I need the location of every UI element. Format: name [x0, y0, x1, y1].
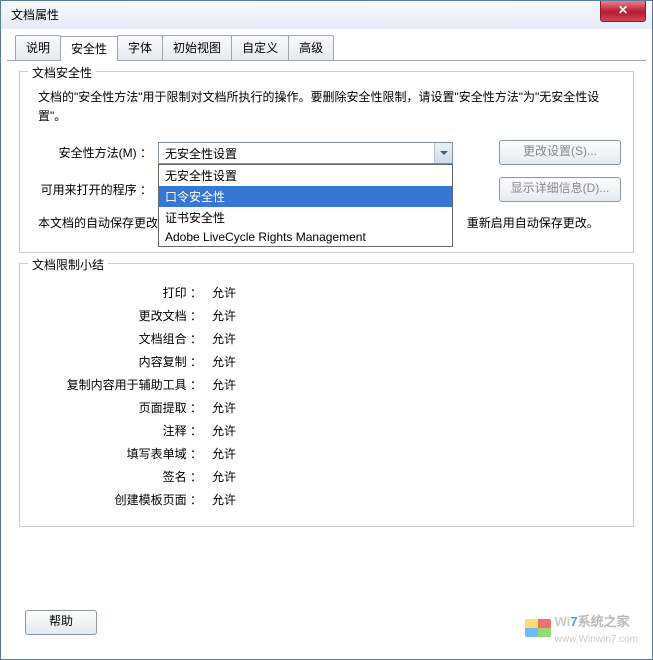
change-settings-button[interactable]: 更改设置(S)...	[499, 140, 621, 165]
watermark-text: Wi7系统之家 www.Winwin7.com	[555, 611, 638, 645]
restriction-value: 允许	[212, 468, 236, 485]
security-group: 文档安全性 文档的"安全性方法"用于限制对文档所执行的操作。要删除安全性限制，请…	[19, 71, 634, 253]
restrictions-group: 文档限制小结 打印 ：允许更改文档 ：允许文档组合 ：允许内容复制 ：允许复制内…	[19, 263, 634, 527]
window-title: 文档属性	[11, 8, 59, 22]
restriction-row: 打印 ：允许	[32, 284, 621, 301]
help-button[interactable]: 帮助	[25, 610, 97, 635]
title-bar: 文档属性 ✕	[1, 1, 652, 30]
restriction-value: 允许	[212, 307, 236, 324]
client-area: 说明安全性字体初始视图自定义高级 文档安全性 文档的"安全性方法"用于限制对文档…	[1, 29, 652, 659]
restriction-row: 注释 ：允许	[32, 422, 621, 439]
restriction-key: 复制内容用于辅助工具 ：	[32, 376, 212, 393]
openwith-label: 可用来打开的程序 ：	[32, 181, 158, 198]
restriction-key: 打印 ：	[32, 284, 212, 301]
method-dropdown: 无安全性设置口令安全性证书安全性Adobe LiveCycle Rights M…	[158, 164, 453, 247]
restriction-value: 允许	[212, 445, 236, 462]
method-option-1[interactable]: 口令安全性	[159, 186, 452, 207]
restriction-value: 允许	[212, 491, 236, 508]
restrictions-list: 打印 ：允许更改文档 ：允许文档组合 ：允许内容复制 ：允许复制内容用于辅助工具…	[32, 284, 621, 508]
dialog: 文档属性 ✕ 说明安全性字体初始视图自定义高级 文档安全性 文档的"安全性方法"…	[0, 0, 653, 660]
method-option-3[interactable]: Adobe LiveCycle Rights Management	[159, 228, 452, 246]
method-option-0[interactable]: 无安全性设置	[159, 165, 452, 186]
tab-2[interactable]: 字体	[117, 35, 163, 60]
restriction-value: 允许	[212, 422, 236, 439]
restriction-value: 允许	[212, 376, 236, 393]
restriction-row: 复制内容用于辅助工具 ：允许	[32, 376, 621, 393]
autosave-right: 重新启用自动保存更改。	[467, 216, 599, 230]
chevron-down-icon	[434, 143, 452, 163]
security-group-title: 文档安全性	[28, 64, 96, 81]
tab-3[interactable]: 初始视图	[162, 35, 232, 60]
restriction-value: 允许	[212, 284, 236, 301]
restriction-row: 内容复制 ：允许	[32, 353, 621, 370]
restriction-key: 注释 ：	[32, 422, 212, 439]
restriction-value: 允许	[212, 399, 236, 416]
restriction-key: 签名 ：	[32, 468, 212, 485]
restriction-key: 创建模板页面 ：	[32, 491, 212, 508]
security-description: 文档的"安全性方法"用于限制对文档所执行的操作。要删除安全性限制，请设置"安全性…	[38, 88, 615, 126]
watermark: Wi7系统之家 www.Winwin7.com	[525, 611, 638, 645]
restriction-key: 填写表单域 ：	[32, 445, 212, 462]
autosave-left: 本文档的自动保存更改功	[38, 216, 170, 230]
restriction-row: 签名 ：允许	[32, 468, 621, 485]
tab-5[interactable]: 高级	[288, 35, 334, 60]
restriction-key: 内容复制 ：	[32, 353, 212, 370]
restriction-row: 文档组合 ：允许	[32, 330, 621, 347]
tab-1[interactable]: 安全性	[60, 36, 118, 61]
restriction-key: 更改文档 ：	[32, 307, 212, 324]
tab-0[interactable]: 说明	[15, 35, 61, 60]
method-option-2[interactable]: 证书安全性	[159, 207, 452, 228]
close-button[interactable]: ✕	[600, 1, 646, 22]
tab-4[interactable]: 自定义	[231, 35, 289, 60]
tab-strip: 说明安全性字体初始视图自定义高级	[7, 29, 646, 61]
restriction-value: 允许	[212, 330, 236, 347]
method-row: 安全性方法(M) ： 无安全性设置 无安全性设置口令安全性证书安全性Adobe …	[32, 140, 621, 165]
show-details-button[interactable]: 显示详细信息(D)...	[499, 177, 621, 202]
restriction-key: 文档组合 ：	[32, 330, 212, 347]
close-icon: ✕	[618, 3, 628, 17]
method-label: 安全性方法(M) ：	[32, 144, 158, 161]
restriction-key: 页面提取 ：	[32, 399, 212, 416]
restriction-row: 创建模板页面 ：允许	[32, 491, 621, 508]
restrictions-group-title: 文档限制小结	[28, 256, 108, 273]
restriction-row: 填写表单域 ：允许	[32, 445, 621, 462]
restriction-row: 页面提取 ：允许	[32, 399, 621, 416]
method-combo[interactable]: 无安全性设置	[158, 142, 453, 164]
method-field: 无安全性设置 无安全性设置口令安全性证书安全性Adobe LiveCycle R…	[158, 142, 485, 164]
method-value: 无安全性设置	[165, 147, 237, 161]
windows-logo-icon	[525, 619, 551, 637]
restriction-value: 允许	[212, 353, 236, 370]
restriction-row: 更改文档 ：允许	[32, 307, 621, 324]
